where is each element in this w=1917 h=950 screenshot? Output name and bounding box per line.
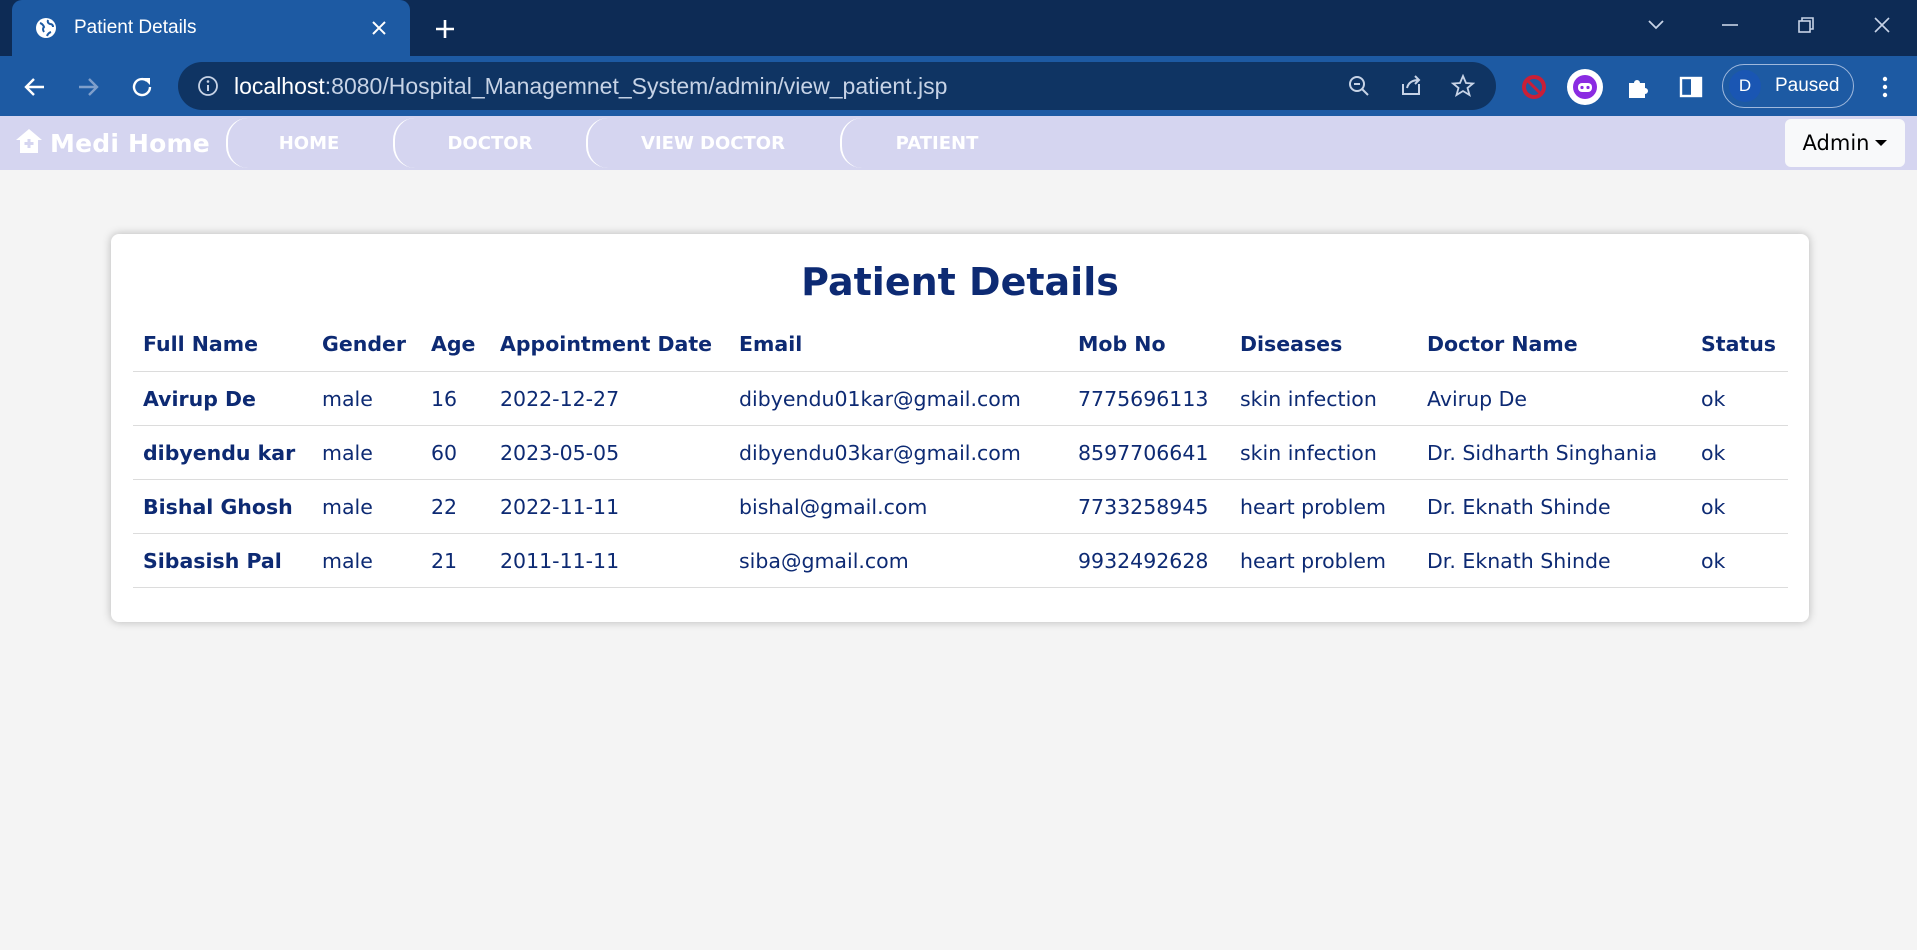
cell-status: ok [1691, 371, 1788, 426]
admin-label: Admin [1802, 131, 1870, 155]
column-header-diseases: Diseases [1230, 317, 1417, 372]
column-header-age: Age [421, 317, 490, 372]
profile-button[interactable]: D Paused [1722, 64, 1854, 108]
site-info-icon[interactable] [196, 74, 220, 98]
cell-diseases: skin infection [1230, 425, 1417, 480]
site-navbar: Medi Home HOME DOCTOR VIEW DOCTOR PATIEN… [0, 116, 1917, 170]
table-row: Avirup De male 16 2022-12-27 dibyendu01k… [133, 371, 1788, 426]
browser-menu-icon[interactable] [1870, 70, 1900, 104]
cell-gender: male [312, 533, 421, 588]
browser-tab[interactable]: Patient Details [12, 0, 410, 56]
cell-mob-no: 8597706641 [1068, 425, 1230, 480]
cell-age: 22 [421, 479, 490, 534]
cell-appointment-date: 2011-11-11 [490, 533, 729, 588]
card-title: Patient Details [801, 260, 1119, 304]
patient-details-card: Patient Details Full Name Gender Age App… [111, 234, 1809, 622]
table-row: dibyendu kar male 60 2023-05-05 dibyendu… [133, 425, 1788, 480]
cell-full-name: dibyendu kar [133, 425, 312, 480]
brand-name: Medi Home [50, 128, 210, 158]
table-header-row: Full Name Gender Age Appointment Date Em… [133, 317, 1788, 372]
cell-appointment-date: 2022-11-11 [490, 479, 729, 534]
admin-dropdown-button[interactable]: Admin [1785, 119, 1905, 167]
brand-link[interactable]: Medi Home [14, 127, 210, 159]
cell-diseases: skin infection [1230, 371, 1417, 426]
url-text[interactable]: localhost:8080/Hospital_Managemnet_Syste… [234, 73, 947, 100]
cell-gender: male [312, 425, 421, 480]
cell-email: siba@gmail.com [729, 533, 1068, 588]
cell-doctor-name: Dr. Eknath Shinde [1417, 479, 1691, 534]
cell-age: 21 [421, 533, 490, 588]
cell-mob-no: 7733258945 [1068, 479, 1230, 534]
forward-icon[interactable] [71, 70, 105, 104]
cell-diseases: heart problem [1230, 533, 1417, 588]
extension-assistant-icon[interactable] [1566, 68, 1604, 106]
minimize-icon[interactable] [1710, 10, 1750, 40]
nav-link-patient[interactable]: PATIENT [840, 118, 1032, 168]
column-header-email: Email [729, 317, 1068, 372]
column-header-full-name: Full Name [133, 317, 312, 372]
url-host: localhost [234, 73, 325, 99]
caret-down-icon [1875, 140, 1888, 146]
cell-appointment-date: 2022-12-27 [490, 371, 729, 426]
column-header-mob-no: Mob No [1068, 317, 1230, 372]
cell-gender: male [312, 371, 421, 426]
close-window-icon[interactable] [1862, 10, 1902, 40]
column-header-appointment-date: Appointment Date [490, 317, 729, 372]
cell-status: ok [1691, 479, 1788, 534]
cell-status: ok [1691, 533, 1788, 588]
restore-icon[interactable] [1786, 10, 1826, 40]
table-row: Sibasish Pal male 21 2011-11-11 siba@gma… [133, 533, 1788, 588]
url-path: :8080/Hospital_Managemnet_System/admin/v… [324, 73, 948, 99]
patient-table: Full Name Gender Age Appointment Date Em… [133, 317, 1788, 588]
cell-email: dibyendu01kar@gmail.com [729, 371, 1068, 426]
cell-full-name: Sibasish Pal [133, 533, 312, 588]
close-tab-icon[interactable] [366, 15, 392, 41]
column-header-status: Status [1691, 317, 1788, 372]
tab-search-icon[interactable] [1636, 10, 1676, 40]
globe-icon [34, 16, 58, 40]
nav-link-view-doctor[interactable]: VIEW DOCTOR [586, 118, 838, 168]
cell-age: 60 [421, 425, 490, 480]
cell-status: ok [1691, 425, 1788, 480]
column-header-gender: Gender [312, 317, 421, 372]
cell-email: dibyendu03kar@gmail.com [729, 425, 1068, 480]
profile-status: Paused [1775, 75, 1840, 96]
side-panel-icon[interactable] [1672, 68, 1710, 106]
avatar: D [1729, 70, 1761, 102]
browser-tab-strip: Patient Details [0, 0, 1917, 56]
bookmark-star-icon[interactable] [1450, 73, 1476, 99]
column-header-doctor-name: Doctor Name [1417, 317, 1691, 372]
cell-mob-no: 9932492628 [1068, 533, 1230, 588]
cell-mob-no: 7775696113 [1068, 371, 1230, 426]
share-icon[interactable] [1398, 73, 1424, 99]
table-row: Bishal Ghosh male 22 2022-11-11 bishal@g… [133, 479, 1788, 534]
cell-diseases: heart problem [1230, 479, 1417, 534]
extension-blocker-icon[interactable] [1515, 68, 1553, 106]
new-tab-icon[interactable] [430, 14, 460, 44]
browser-toolbar: localhost:8080/Hospital_Managemnet_Syste… [0, 56, 1917, 116]
address-bar[interactable]: localhost:8080/Hospital_Managemnet_Syste… [178, 62, 1496, 110]
nav-link-home[interactable]: HOME [226, 118, 390, 168]
cell-full-name: Bishal Ghosh [133, 479, 312, 534]
extensions-puzzle-icon[interactable] [1620, 68, 1658, 106]
back-icon[interactable] [18, 70, 52, 104]
home-icon [14, 127, 44, 159]
zoom-icon[interactable] [1346, 73, 1372, 99]
cell-doctor-name: Avirup De [1417, 371, 1691, 426]
tab-title: Patient Details [74, 17, 197, 38]
cell-age: 16 [421, 371, 490, 426]
cell-email: bishal@gmail.com [729, 479, 1068, 534]
cell-doctor-name: Dr. Eknath Shinde [1417, 533, 1691, 588]
cell-appointment-date: 2023-05-05 [490, 425, 729, 480]
cell-doctor-name: Dr. Sidharth Singhania [1417, 425, 1691, 480]
cell-full-name: Avirup De [133, 371, 312, 426]
reload-icon[interactable] [125, 70, 159, 104]
cell-gender: male [312, 479, 421, 534]
nav-link-doctor[interactable]: DOCTOR [393, 118, 585, 168]
